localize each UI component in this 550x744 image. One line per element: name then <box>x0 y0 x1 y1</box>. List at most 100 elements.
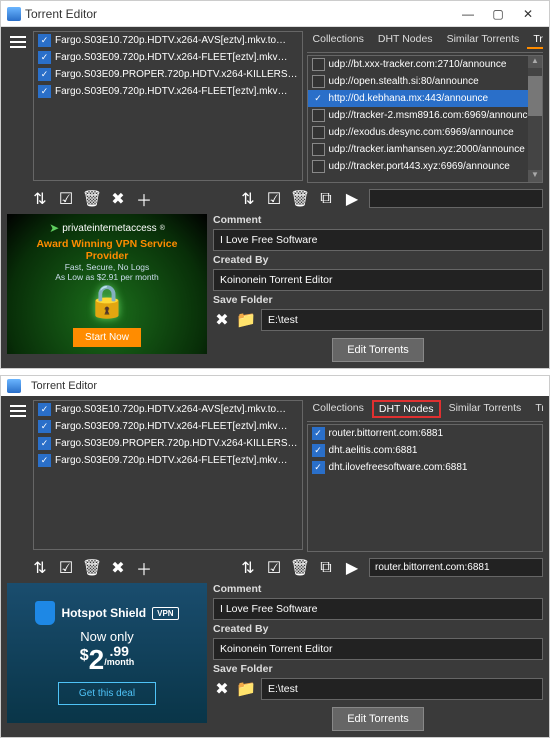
item-row[interactable]: udp://tracker.iamhansen.xyz:2000/announc… <box>308 141 528 158</box>
item-label: router.bittorrent.com:6881 <box>329 428 444 439</box>
save-folder-input[interactable] <box>261 309 543 331</box>
checkbox[interactable]: ✓ <box>312 92 325 105</box>
checkbox[interactable]: ✓ <box>38 437 51 450</box>
sort-icon[interactable]: ⇅ <box>239 559 257 577</box>
tab-similar-torrents[interactable]: Similar Torrents <box>441 31 526 49</box>
checkbox[interactable]: ✓ <box>312 427 325 440</box>
scroll-track[interactable] <box>528 68 542 170</box>
folder-icon[interactable]: 📁 <box>237 311 255 329</box>
edit-torrents-button[interactable]: Edit Torrents <box>332 707 424 731</box>
file-row[interactable]: ✓ Fargo.S03E09.720p.HDTV.x264-FLEET[eztv]… <box>34 418 302 435</box>
checkbox[interactable] <box>312 58 325 71</box>
comment-input[interactable] <box>213 229 543 251</box>
checkbox[interactable]: ✓ <box>38 420 51 433</box>
play-icon[interactable]: ▶ <box>343 190 361 208</box>
item-row[interactable]: udp://bt.xxx-tracker.com:2710/announce <box>308 56 528 73</box>
ad-cta-button[interactable]: Get this deal <box>58 682 156 705</box>
item-row[interactable]: udp://exodus.desync.com:6969/announce <box>308 124 528 141</box>
check-all-icon[interactable]: ☑ <box>57 190 75 208</box>
item-row[interactable]: ✓http://0d.kebhana.mx:443/announce <box>308 90 528 107</box>
minimize-button[interactable]: — <box>453 4 483 24</box>
tab-similar-torrents[interactable]: Similar Torrents <box>443 400 528 418</box>
close-button[interactable]: ✕ <box>513 4 543 24</box>
maximize-button[interactable]: ▢ <box>483 4 513 24</box>
delete-icon[interactable]: 🗑 <box>291 559 309 577</box>
comment-input[interactable] <box>213 598 543 620</box>
checkbox[interactable] <box>312 143 325 156</box>
edit-torrents-button[interactable]: Edit Torrents <box>332 338 424 362</box>
hamburger-icon[interactable] <box>7 400 29 422</box>
file-row[interactable]: ✓Fargo.S03E09.720p.HDTV.x264-FLEET[eztv]… <box>34 452 302 469</box>
checkbox[interactable] <box>312 160 325 173</box>
file-row[interactable]: ✓Fargo.S03E09.720p.HDTV.x264-FLEET[eztv]… <box>34 49 302 66</box>
item-row[interactable]: udp://open.stealth.si:80/announce <box>308 73 528 90</box>
check-all-icon[interactable]: ☑ <box>265 190 283 208</box>
file-row[interactable]: ✓Fargo.S03E09.PROPER.720p.HDTV.x264-KILL… <box>34 435 302 452</box>
checkbox[interactable]: ✓ <box>38 34 51 47</box>
item-row[interactable]: udp://tracker.port443.xyz:6969/announce <box>308 158 528 175</box>
scrollbar[interactable]: ▲▼ <box>528 56 542 182</box>
remove-icon[interactable]: ✖ <box>109 559 127 577</box>
toolbar-input[interactable] <box>369 189 543 208</box>
comment-label: Comment <box>213 214 543 226</box>
ad-cta-button[interactable]: Start Now <box>73 328 141 347</box>
tab-trackers[interactable]: Trackers <box>529 400 543 418</box>
checkbox[interactable] <box>312 75 325 88</box>
scroll-up-icon[interactable]: ▲ <box>528 56 542 68</box>
sort-icon[interactable]: ⇅ <box>239 190 257 208</box>
created-by-input[interactable] <box>213 269 543 291</box>
checkbox[interactable]: ✓ <box>312 444 325 457</box>
created-by-input[interactable] <box>213 638 543 660</box>
checkbox[interactable]: ✓ <box>38 51 51 64</box>
play-icon[interactable]: ▶ <box>343 559 361 577</box>
tabs: CollectionsDHT NodesSimilar TorrentsTrac… <box>307 400 543 422</box>
copy-icon[interactable]: ⧉ <box>317 559 335 577</box>
app-icon <box>7 7 21 21</box>
check-all-icon[interactable]: ☑ <box>57 559 75 577</box>
file-label: Fargo.S03E09.720p.HDTV.x264-FLEET[eztv].… <box>55 421 288 432</box>
checkbox[interactable]: ✓ <box>38 68 51 81</box>
hamburger-icon[interactable] <box>7 31 29 53</box>
clear-icon[interactable]: ✖ <box>213 680 231 698</box>
file-row[interactable]: ✓Fargo.S03E09.720p.HDTV.x264-FLEET[eztv]… <box>34 83 302 100</box>
ad-panel[interactable]: ➤privateinternetaccess®Award Winning VPN… <box>7 214 207 354</box>
clear-icon[interactable]: ✖ <box>213 311 231 329</box>
checkbox[interactable] <box>312 126 325 139</box>
checkbox[interactable]: ✓ <box>38 403 51 416</box>
form-panel: CommentCreated BySave Folder✖📁Edit Torre… <box>213 214 543 362</box>
file-row[interactable]: ✓Fargo.S03E10.720p.HDTV.x264-AVS[eztv].m… <box>34 32 302 49</box>
checkbox[interactable]: ✓ <box>38 454 51 467</box>
add-icon[interactable]: ＋ <box>135 190 153 208</box>
item-row[interactable]: ✓dht.aelitis.com:6881 <box>308 442 542 459</box>
sort-icon[interactable]: ⇅ <box>31 559 49 577</box>
checkbox[interactable]: ✓ <box>38 85 51 98</box>
tab-collections[interactable]: Collections <box>307 31 370 49</box>
item-list-body: udp://bt.xxx-tracker.com:2710/announceud… <box>308 56 528 182</box>
add-icon[interactable]: ＋ <box>135 559 153 577</box>
checkbox[interactable] <box>312 109 325 122</box>
sort-icon[interactable]: ⇅ <box>31 190 49 208</box>
ad-panel[interactable]: Hotspot ShieldVPNNow only$2.99/monthGet … <box>7 583 207 723</box>
item-row[interactable]: ✓dht.ilovefreesoftware.com:6881 <box>308 459 542 476</box>
item-row[interactable]: ✓ router.bittorrent.com:6881 <box>308 425 542 442</box>
checkbox[interactable]: ✓ <box>312 461 325 474</box>
tab-dht-nodes[interactable]: DHT Nodes <box>372 31 439 49</box>
tab-collections[interactable]: Collections <box>307 400 370 418</box>
item-row[interactable]: udp://tracker-2.msm8916.com:6969/announc… <box>308 107 528 124</box>
scroll-thumb[interactable] <box>528 76 542 116</box>
copy-icon[interactable]: ⧉ <box>317 190 335 208</box>
tab-dht-nodes[interactable]: DHT Nodes <box>372 400 441 418</box>
tab-trackers[interactable]: Trackers <box>527 31 543 49</box>
remove-icon[interactable]: ✖ <box>109 190 127 208</box>
delete-icon[interactable]: 🗑 <box>83 559 101 577</box>
delete-icon[interactable]: 🗑 <box>291 190 309 208</box>
delete-icon[interactable]: 🗑 <box>83 190 101 208</box>
left-toolbar: ⇅ ☑ 🗑 ✖ ＋ <box>31 190 231 208</box>
folder-icon[interactable]: 📁 <box>237 680 255 698</box>
file-row[interactable]: ✓Fargo.S03E09.PROPER.720p.HDTV.x264-KILL… <box>34 66 302 83</box>
toolbar-input[interactable] <box>369 558 543 577</box>
save-folder-input[interactable] <box>261 678 543 700</box>
file-row[interactable]: ✓Fargo.S03E10.720p.HDTV.x264-AVS[eztv].m… <box>34 401 302 418</box>
check-all-icon[interactable]: ☑ <box>265 559 283 577</box>
scroll-down-icon[interactable]: ▼ <box>528 170 542 182</box>
